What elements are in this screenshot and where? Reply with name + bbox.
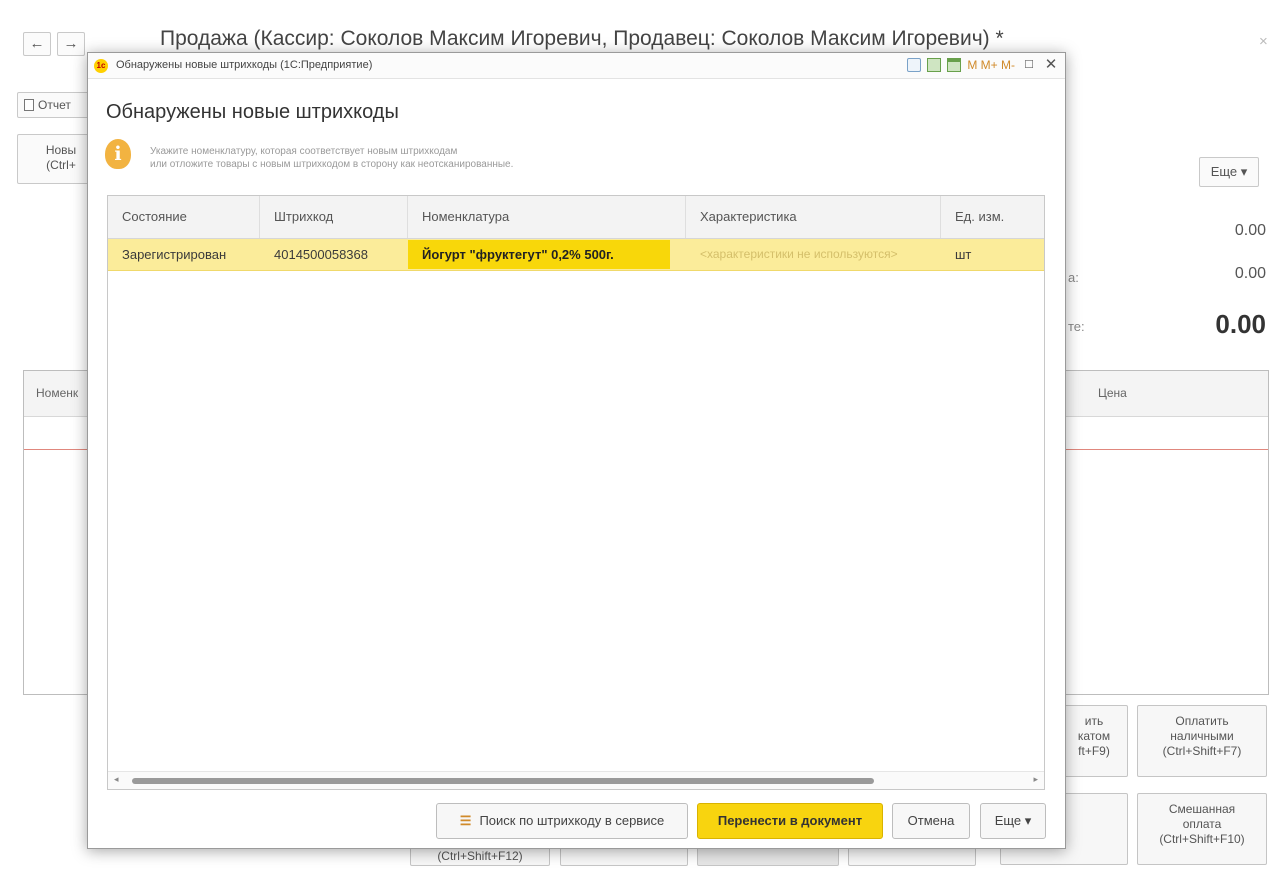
new-barcodes-dialog: 1c Обнаружены новые штрихкоды (1С:Предпр… [87, 52, 1066, 849]
discount-value: 0.00 [1234, 265, 1266, 282]
cancel-button[interactable]: Отмена [892, 803, 970, 839]
scroll-left-icon[interactable]: ◂ [114, 774, 119, 785]
arrow-left-icon: ← [29, 35, 45, 52]
barcodes-table[interactable]: Состояние Штрихкод Номенклатура Характер… [107, 195, 1045, 790]
document-title: Продажа (Кассир: Соколов Максим Игоревич… [160, 27, 1004, 50]
memory-buttons[interactable]: M M+ M- [967, 57, 1015, 73]
column-price: Цена [1098, 386, 1127, 400]
close-icon[interactable]: ✕ [1043, 57, 1059, 73]
table-row[interactable]: Зарегистрирован 4014500058368 Йогурт "фр… [108, 239, 1044, 271]
spreadsheet-icon[interactable] [927, 58, 942, 72]
more-button[interactable]: Еще ▾ [980, 803, 1046, 839]
report-button-label: Отчет [38, 98, 71, 112]
search-barcode-service-label: Поиск по штрихкоду в сервисе [479, 813, 665, 828]
column-state[interactable]: Состояние [108, 196, 260, 238]
dialog-window-title: Обнаружены новые штрихкоды (1С:Предприят… [116, 59, 373, 71]
pay-cash-shortcut: (Ctrl+Shift+F7) [1162, 744, 1242, 758]
list-icon: ☰ [459, 813, 472, 828]
close-icon[interactable]: × [1259, 33, 1268, 50]
pay-cash-button[interactable]: Оплатить наличными (Ctrl+Shift+F7) [1137, 705, 1267, 777]
search-barcode-service-button[interactable]: ☰ Поиск по штрихкоду в сервисе [436, 803, 688, 839]
mixed-payment-button[interactable]: Смешанная оплата (Ctrl+Shift+F10) [1137, 793, 1267, 865]
transfer-to-document-button[interactable]: Перенести в документ [697, 803, 883, 839]
scroll-right-icon[interactable]: ▸ [1033, 774, 1038, 785]
amount-label: а: [1068, 270, 1079, 285]
total-value: 0.00 [1215, 309, 1266, 339]
info-line-2: или отложите товары с новым штрихкодом в… [150, 159, 514, 170]
more-button[interactable]: Еще ▾ [1199, 157, 1259, 187]
cell-state[interactable]: Зарегистрирован [108, 239, 260, 270]
document-icon [24, 99, 34, 111]
horizontal-scrollbar[interactable]: ◂ ▸ [108, 771, 1044, 789]
background-shortcut-label: (Ctrl+Shift+F12) [437, 849, 523, 863]
dialog-heading: Обнаружены новые штрихкоды [106, 101, 399, 123]
scrollbar-thumb[interactable] [132, 778, 874, 784]
dialog-titlebar: 1c Обнаружены новые штрихкоды (1С:Предпр… [88, 53, 1065, 79]
titlebar-tools: M M+ M- ☐ ✕ [907, 57, 1059, 73]
cell-nomenclature[interactable]: Йогурт "фруктегут" 0,2% 500г. [408, 240, 670, 269]
column-nomenclature: Номенк [36, 386, 79, 400]
1c-logo-icon: 1c [94, 59, 108, 73]
column-nomenclature[interactable]: Номенклатура [408, 196, 686, 238]
pay-cash-label: Оплатить [1175, 714, 1229, 728]
calendar-icon[interactable] [947, 58, 962, 72]
cell-barcode[interactable]: 4014500058368 [260, 239, 408, 270]
mixed-payment-label: Смешанная [1168, 802, 1236, 816]
column-barcode[interactable]: Штрихкод [260, 196, 408, 238]
info-line-1: Укажите номенклатуру, которая соответств… [150, 146, 458, 157]
amount-value: 0.00 [1234, 222, 1266, 239]
maximize-icon[interactable]: ☐ [1021, 57, 1037, 73]
cell-unit[interactable]: шт [941, 239, 1044, 270]
info-icon: i [105, 139, 131, 169]
pay-cash-label-2: наличными [1170, 729, 1234, 743]
mixed-payment-label-2: оплата [1182, 817, 1222, 831]
mixed-payment-shortcut: (Ctrl+Shift+F10) [1159, 832, 1245, 846]
barcodes-table-header: Состояние Штрихкод Номенклатура Характер… [108, 196, 1044, 239]
print-icon[interactable] [907, 58, 922, 72]
cell-characteristic[interactable]: <характеристики не используются> [686, 239, 941, 270]
arrow-right-icon: → [63, 35, 79, 52]
column-unit[interactable]: Ед. изм. [941, 196, 1044, 238]
info-message: Укажите номенклатуру, которая соответств… [150, 145, 513, 171]
column-characteristic[interactable]: Характеристика [686, 196, 941, 238]
forward-button[interactable]: → [57, 32, 85, 56]
total-label: те: [1068, 319, 1085, 334]
back-button[interactable]: ← [23, 32, 51, 56]
